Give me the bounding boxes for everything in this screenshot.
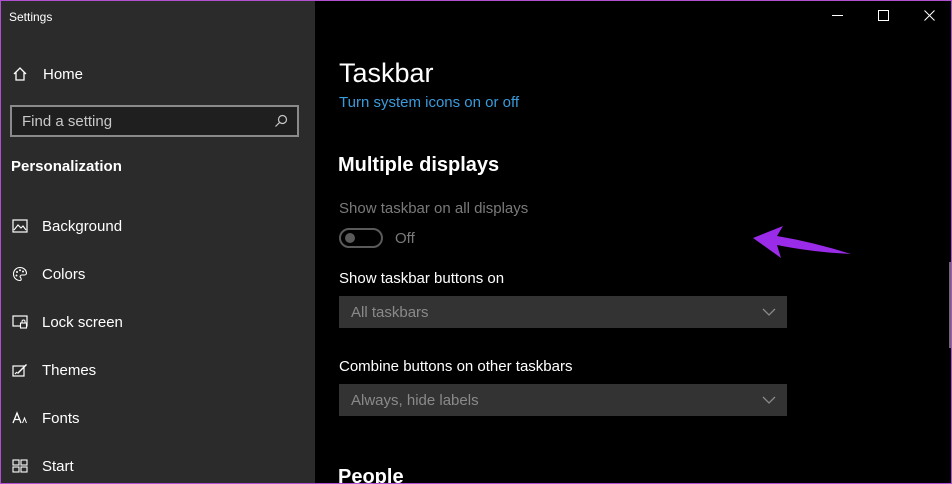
- sidebar-item-label: Lock screen: [42, 313, 123, 331]
- chevron-down-icon: [761, 392, 777, 408]
- combine-buttons-dropdown[interactable]: Always, hide labels: [339, 384, 787, 416]
- sidebar-item-fonts[interactable]: Fonts: [0, 394, 315, 442]
- show-on-all-displays-label: Show taskbar on all displays: [339, 200, 529, 217]
- sidebar-item-themes[interactable]: Themes: [0, 346, 315, 394]
- buttons-on-value: All taskbars: [351, 303, 429, 321]
- sidebar-item-label: Colors: [42, 265, 86, 283]
- system-icons-link[interactable]: Turn system icons on or off: [339, 94, 519, 111]
- buttons-on-label: Show taskbar buttons on: [339, 270, 505, 287]
- picture-icon: [11, 217, 29, 235]
- sidebar-item-label: Themes: [42, 361, 97, 379]
- window-controls: [814, 0, 952, 34]
- page-title: Taskbar: [339, 58, 434, 88]
- scrollbar[interactable]: [949, 262, 951, 348]
- home-nav-item[interactable]: Home: [11, 62, 83, 86]
- maximize-button[interactable]: [860, 0, 906, 34]
- section-header-personalization: Personalization: [11, 158, 122, 175]
- show-on-all-displays-toggle[interactable]: [339, 228, 383, 248]
- chevron-down-icon: [761, 304, 777, 320]
- start-grid-icon: [11, 457, 29, 475]
- multiple-displays-heading: Multiple displays: [338, 154, 500, 176]
- combine-buttons-value: Always, hide labels: [351, 391, 479, 409]
- sidebar-item-label: Fonts: [42, 409, 80, 427]
- close-icon: [923, 8, 935, 26]
- search-icon[interactable]: [269, 109, 293, 133]
- people-heading: People: [338, 466, 404, 484]
- main-content: Taskbar Turn system icons on or off Mult…: [315, 0, 952, 484]
- sidebar-nav: Background Colors Lock screen Themes Fon…: [0, 202, 315, 484]
- combine-buttons-label: Combine buttons on other taskbars: [339, 358, 573, 375]
- home-icon: [11, 65, 29, 83]
- toggle-knob: [345, 233, 355, 243]
- sidebar: Settings Home Personalization Background…: [0, 0, 315, 484]
- sidebar-item-label: Start: [42, 457, 74, 475]
- lock-screen-icon: [11, 313, 29, 331]
- maximize-icon: [877, 8, 889, 26]
- sidebar-item-start[interactable]: Start: [0, 442, 315, 484]
- sidebar-item-label: Background: [42, 217, 123, 235]
- search-input[interactable]: [12, 107, 269, 135]
- close-button[interactable]: [906, 0, 952, 34]
- home-label: Home: [43, 65, 84, 83]
- sidebar-item-background[interactable]: Background: [0, 202, 315, 250]
- show-on-all-displays-toggle-row: Off: [339, 228, 415, 248]
- app-title: Settings: [9, 10, 53, 24]
- minimize-button[interactable]: [814, 0, 860, 34]
- sidebar-item-lock-screen[interactable]: Lock screen: [0, 298, 315, 346]
- palette-icon: [11, 265, 29, 283]
- sidebar-item-colors[interactable]: Colors: [0, 250, 315, 298]
- buttons-on-dropdown[interactable]: All taskbars: [339, 296, 787, 328]
- annotation-arrow: [753, 226, 851, 258]
- themes-brush-icon: [11, 361, 29, 379]
- font-icon: [11, 409, 29, 427]
- search-box[interactable]: [10, 105, 299, 137]
- minimize-icon: [831, 8, 843, 26]
- toggle-state-text: Off: [395, 229, 415, 247]
